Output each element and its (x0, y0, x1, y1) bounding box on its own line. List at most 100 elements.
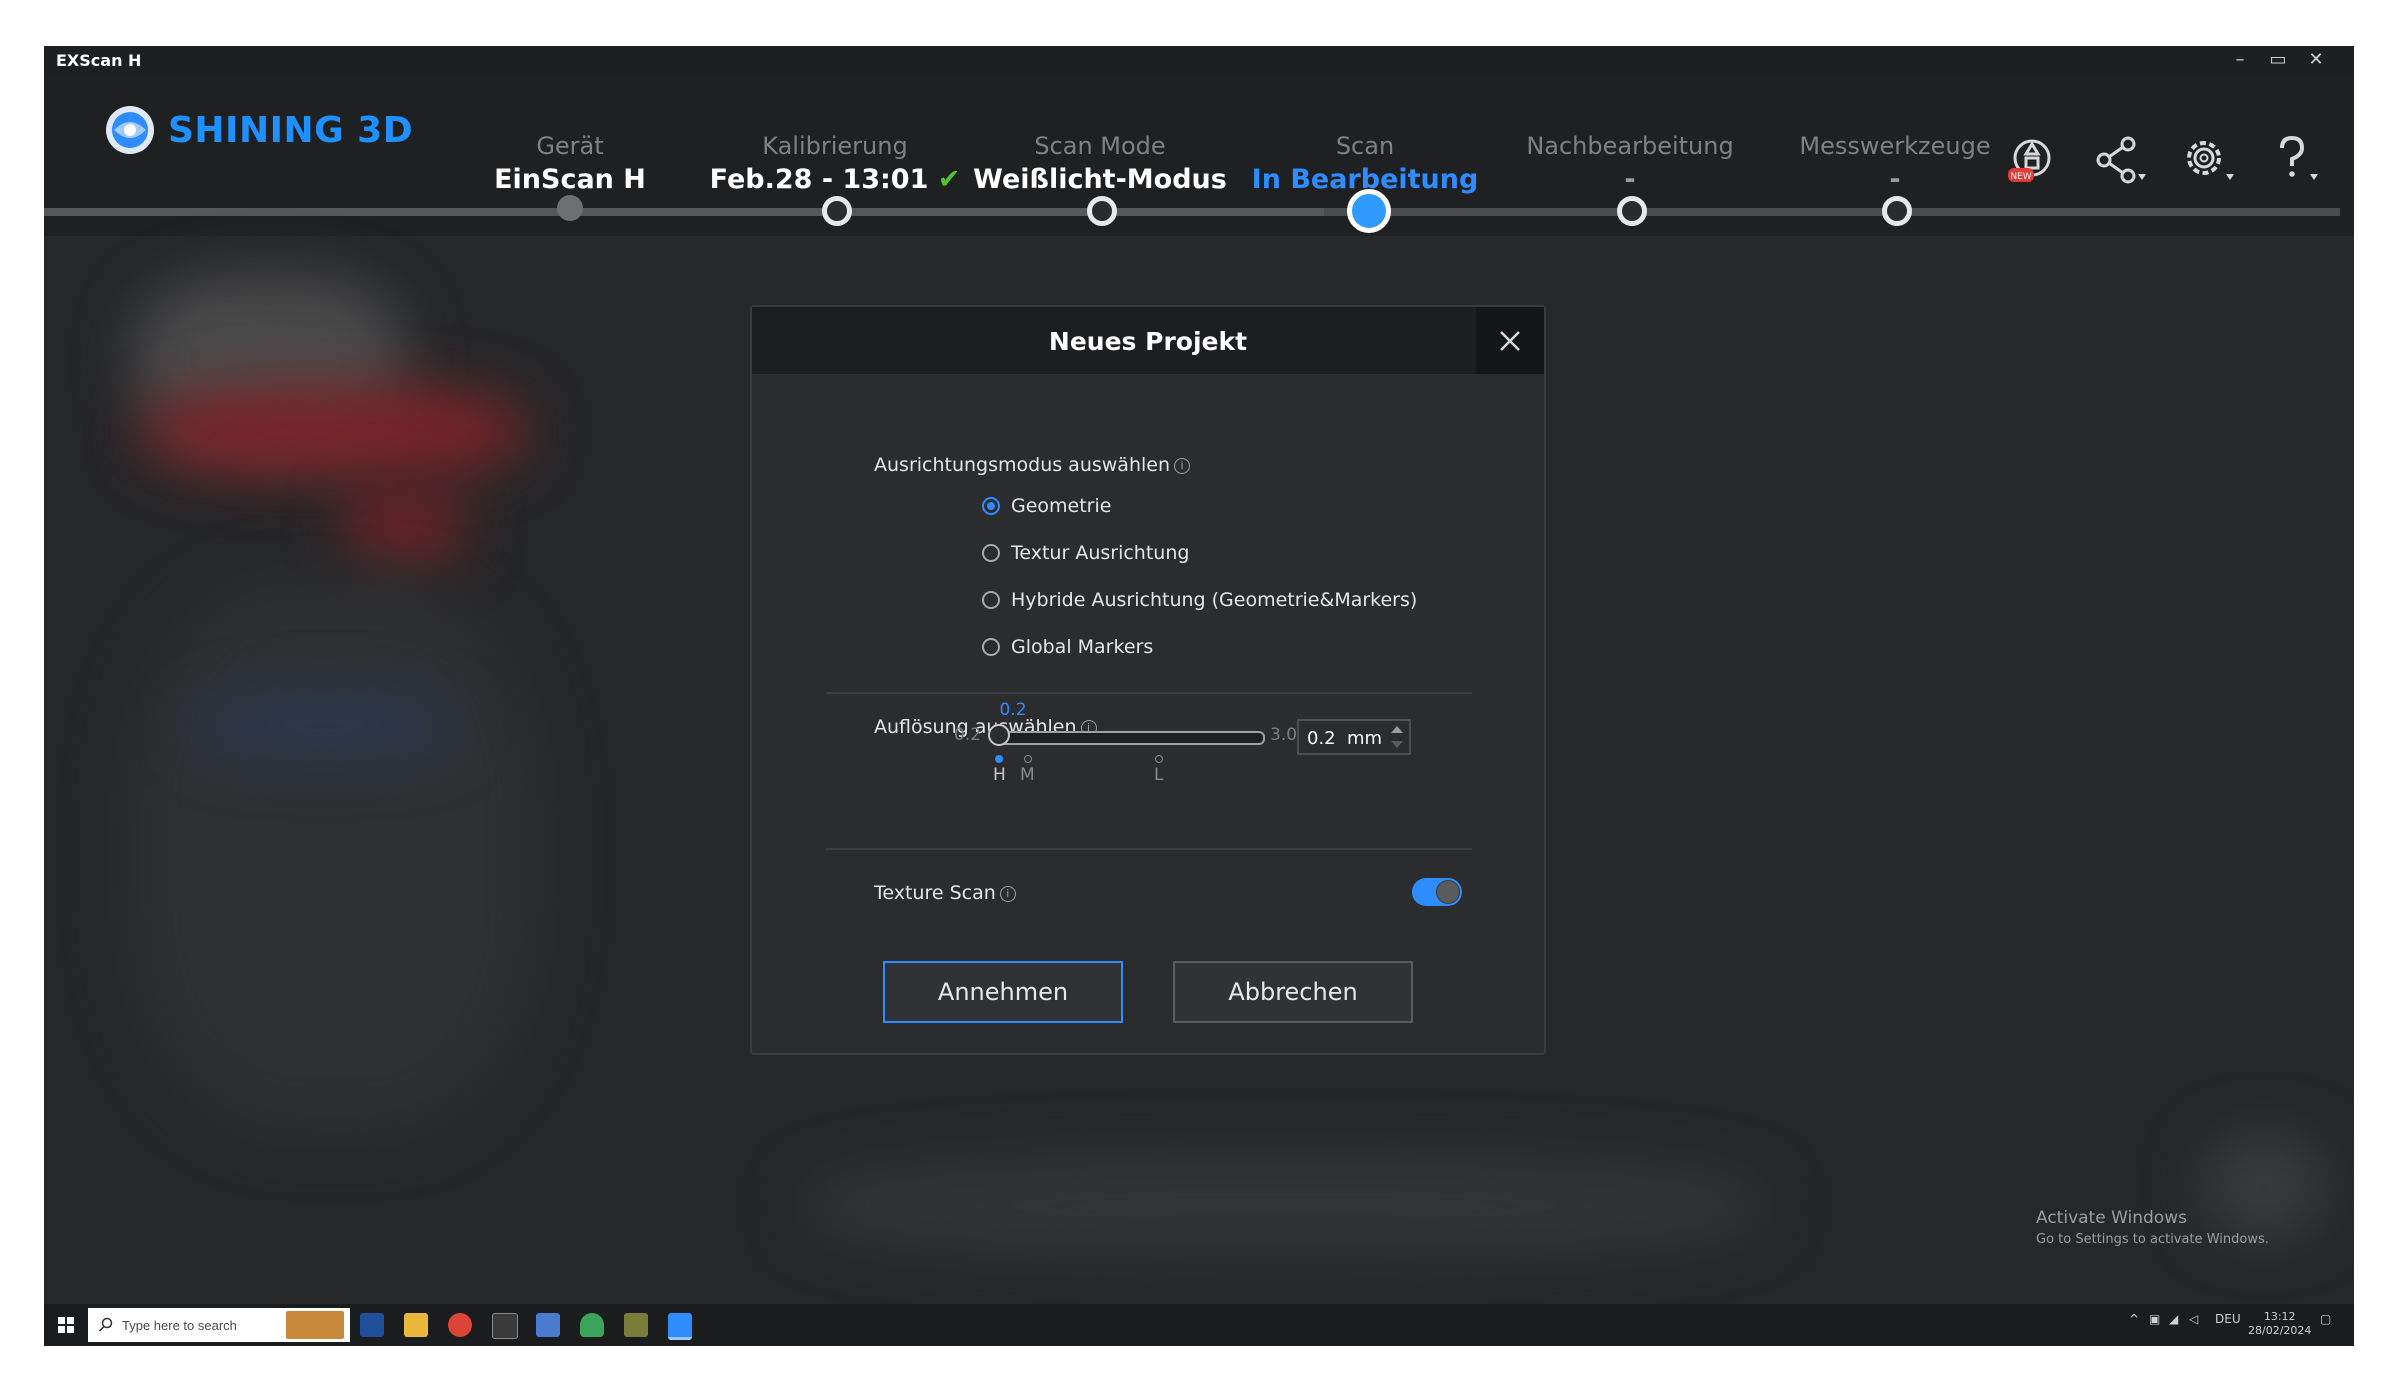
radio-button[interactable] (982, 638, 1000, 656)
radio-hybrid-alignment[interactable]: Hybride Ausrichtung (Geometrie&Markers) (982, 589, 1417, 611)
window-title: EXScan H (56, 51, 142, 70)
step-dot (1617, 196, 1647, 226)
header-toolbar: NEW (2004, 132, 2324, 188)
resolution-value: 0.2 (1307, 728, 1336, 749)
texture-scan-label: Texture Scan (874, 882, 996, 904)
radio-button[interactable] (982, 544, 1000, 562)
workflow-progress-line (44, 208, 2340, 216)
watermark-line2: Go to Settings to activate Windows. (2036, 1232, 2269, 1247)
shining3d-logo-icon (106, 106, 154, 154)
step-dot (1347, 189, 1391, 233)
clock-time: 13:12 (2263, 1310, 2296, 1323)
step-label: Kalibrierung (762, 132, 908, 160)
step-value: EinScan H (494, 164, 646, 195)
brand-logo: SHINING 3D (104, 104, 413, 156)
shield-app-icon[interactable] (580, 1313, 604, 1337)
powershell-icon[interactable] (360, 1313, 384, 1337)
radio-geometry[interactable]: Geometrie (982, 495, 1111, 517)
step-label: Nachbearbeitung (1526, 132, 1734, 160)
close-window-icon[interactable]: ✕ (2302, 49, 2330, 70)
resolution-unit: mm (1347, 728, 1383, 749)
taskbar-search-input[interactable]: Type here to search (88, 1308, 350, 1342)
radio-texture-alignment[interactable]: Textur Ausrichtung (982, 542, 1189, 564)
language-indicator[interactable]: DEU (2215, 1312, 2241, 1326)
activate-windows-watermark: Activate Windows Go to Settings to activ… (2036, 1208, 2269, 1247)
spin-down-icon[interactable] (1391, 741, 1403, 748)
slider-max-label: 3.0 (1270, 725, 1298, 745)
section-divider (826, 848, 1472, 850)
slider-tick-medium (1024, 755, 1032, 763)
file-explorer-icon[interactable] (404, 1313, 428, 1337)
toggle-knob (1436, 880, 1460, 904)
slider-tick-high (995, 755, 1003, 763)
new-feature-icon[interactable]: NEW (2004, 132, 2060, 188)
windows-taskbar: Type here to search ^ ▣ ◢ ◁ DEU 13:12 28… (44, 1304, 2354, 1346)
step-label: Messwerkzeuge (1799, 132, 1991, 160)
accept-button[interactable]: Annehmen (883, 961, 1123, 1023)
spin-up-icon[interactable] (1391, 726, 1403, 733)
slider-min-label: 0.2 (954, 725, 982, 745)
step-dot (822, 196, 852, 226)
radio-label: Textur Ausrichtung (1011, 542, 1190, 564)
dialog-header: Neues Projekt (752, 307, 1544, 374)
help-icon[interactable] (2268, 132, 2324, 188)
radio-global-markers[interactable]: Global Markers (982, 636, 1153, 658)
alignment-mode-heading: Ausrichtungsmodus auswählen i (874, 454, 1191, 476)
tray-device-icon[interactable]: ▣ (2149, 1312, 2160, 1326)
volume-icon[interactable]: ◁ (2189, 1312, 2198, 1326)
watermark-line1: Activate Windows (2036, 1208, 2187, 1228)
app-icon[interactable] (624, 1313, 648, 1337)
resolution-slider-track[interactable] (999, 731, 1265, 745)
search-placeholder: Type here to search (122, 1318, 237, 1333)
svg-text:NEW: NEW (2010, 172, 2031, 182)
info-icon[interactable]: i (999, 885, 1016, 902)
step-dot (557, 195, 583, 221)
tray-expand-icon[interactable]: ^ (2129, 1312, 2139, 1326)
taskbar-clock[interactable]: 13:12 28/02/2024 (2248, 1310, 2311, 1338)
restore-icon[interactable]: ▭ (2264, 49, 2292, 70)
step-label: Scan Mode (1034, 132, 1166, 160)
exscan-taskbar-icon[interactable] (668, 1313, 692, 1340)
resolution-slider-thumb[interactable] (988, 724, 1010, 746)
close-icon (1500, 330, 1520, 351)
tick-label-h: H (993, 765, 1006, 785)
minimize-icon[interactable]: – (2226, 49, 2254, 70)
slider-current-value: 0.2 (999, 700, 1027, 720)
notifications-icon[interactable]: ▢ (2320, 1312, 2331, 1326)
search-icon (98, 1317, 113, 1332)
texture-scan-toggle[interactable] (1412, 878, 1462, 906)
dialog-title: Neues Projekt (1048, 327, 1248, 356)
workflow-header: SHINING 3D Gerät EinScan H Kalibrierung … (44, 74, 2354, 236)
tick-label-m: M (1020, 765, 1035, 785)
settings-icon[interactable] (2180, 132, 2236, 188)
radio-label: Geometrie (1011, 495, 1112, 517)
step-value: - (1624, 164, 1636, 195)
section-divider (826, 692, 1472, 694)
step-label: Gerät (536, 132, 604, 160)
calibration-date: Feb.28 - 13:01 (709, 164, 929, 195)
snipping-tool-icon[interactable] (536, 1313, 560, 1337)
radio-label: Global Markers (1011, 636, 1154, 658)
info-icon[interactable]: i (1174, 457, 1191, 474)
step-dot (1087, 196, 1117, 226)
resolution-number-input[interactable]: 0.2 mm (1297, 719, 1411, 755)
radio-button[interactable] (982, 497, 1000, 515)
step-dot (1882, 196, 1912, 226)
brand-name: SHINING 3D (168, 109, 414, 151)
dialog-close-button[interactable] (1476, 307, 1544, 374)
texture-scan-heading: Texture Scan i (874, 882, 1016, 904)
radio-button[interactable] (982, 591, 1000, 609)
cancel-button[interactable]: Abbrechen (1173, 961, 1413, 1023)
tick-label-l: L (1154, 765, 1164, 785)
step-value: Feb.28 - 13:01 ✔ (705, 164, 965, 195)
chrome-icon[interactable] (448, 1313, 472, 1337)
share-icon[interactable] (2092, 132, 2148, 188)
title-bar: EXScan H – ▭ ✕ (44, 46, 2354, 74)
new-project-dialog: Neues Projekt Ausrichtungsmodus auswähle… (750, 305, 1546, 1055)
step-value: - (1889, 164, 1901, 195)
check-icon: ✔ (937, 164, 961, 195)
terminal-icon[interactable] (492, 1313, 518, 1339)
windows-start-icon[interactable] (58, 1317, 74, 1333)
step-value: Weißlicht-Modus (973, 164, 1227, 195)
network-icon[interactable]: ◢ (2169, 1312, 2178, 1326)
